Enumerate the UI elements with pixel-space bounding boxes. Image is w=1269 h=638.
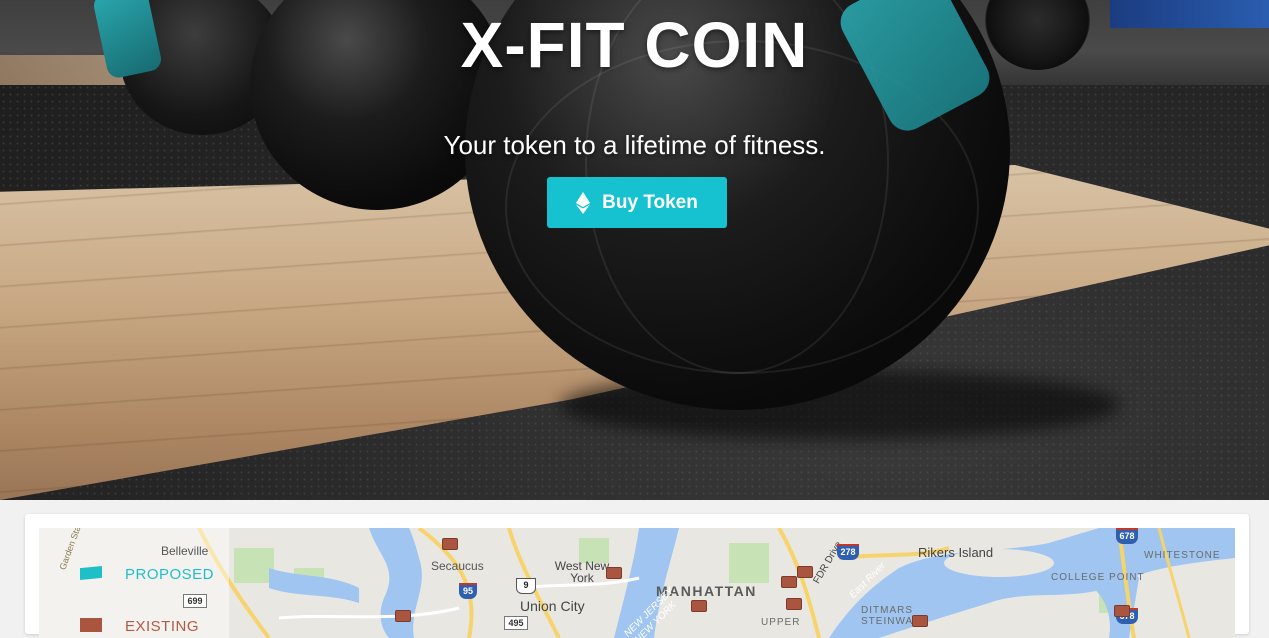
map-label-college-point: COLLEGE POINT xyxy=(1051,572,1145,583)
existing-location-marker[interactable] xyxy=(691,600,707,612)
locations-map-card: PROPOSED EXISTING Garden State Bellevill… xyxy=(25,514,1249,638)
existing-location-marker[interactable] xyxy=(606,567,622,579)
proposed-legend-label[interactable]: PROPOSED xyxy=(125,566,214,583)
interstate-shield-278: 278 xyxy=(837,544,859,560)
ethereum-icon xyxy=(576,191,591,214)
existing-location-marker[interactable] xyxy=(797,566,813,578)
map-label-rikers-island: Rikers Island xyxy=(918,545,994,560)
hero-title: X-FIT COIN xyxy=(460,9,809,81)
us-route-shield-9: 9 xyxy=(516,578,536,594)
map-label-secaucus: Secaucus xyxy=(431,559,484,573)
existing-location-marker[interactable] xyxy=(1114,605,1130,617)
proposed-legend-swatch xyxy=(80,566,102,580)
map-label-union-city: Union City xyxy=(520,598,585,614)
existing-location-marker[interactable] xyxy=(395,610,411,622)
existing-location-marker[interactable] xyxy=(781,576,797,588)
existing-location-marker[interactable] xyxy=(786,598,802,610)
interstate-shield-678: 678 xyxy=(1116,528,1138,544)
route-shield-699: 699 xyxy=(183,594,207,608)
existing-location-marker[interactable] xyxy=(912,615,928,627)
map-label-upper: UPPER xyxy=(761,617,801,628)
interstate-shield-95: 95 xyxy=(459,583,477,599)
locations-map[interactable]: PROPOSED EXISTING Garden State Bellevill… xyxy=(39,528,1235,638)
existing-legend-label[interactable]: EXISTING xyxy=(125,618,199,635)
buy-token-label: Buy Token xyxy=(602,191,698,213)
route-shield-495: 495 xyxy=(504,616,528,630)
buy-token-button[interactable]: Buy Token xyxy=(547,177,727,228)
map-label-belleville: Belleville xyxy=(161,544,209,558)
existing-legend-swatch xyxy=(80,618,102,632)
hero-section: X-FIT COIN Your token to a lifetime of f… xyxy=(0,0,1269,500)
map-label-whitestone: WHITESTONE xyxy=(1144,550,1221,561)
existing-location-marker[interactable] xyxy=(442,538,458,550)
hero-subtitle: Your token to a lifetime of fitness. xyxy=(443,130,826,160)
